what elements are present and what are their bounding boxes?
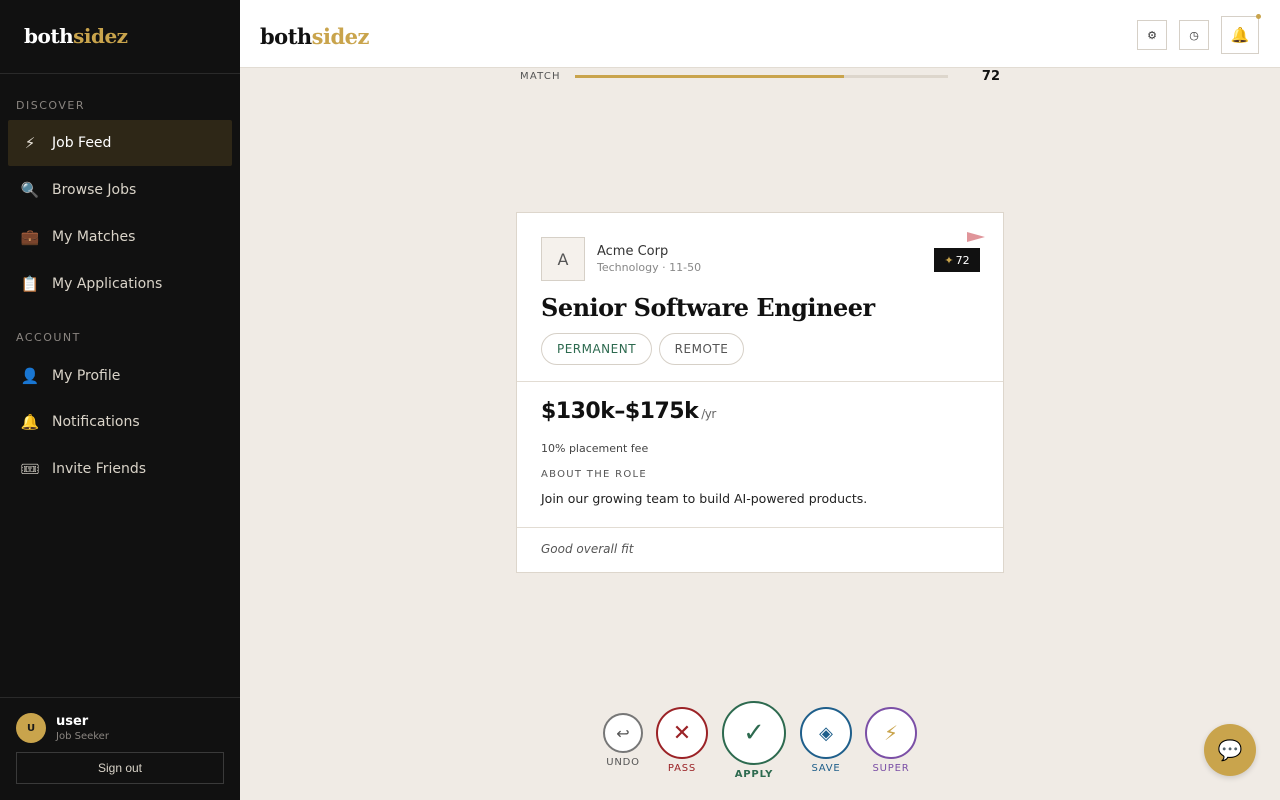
company-meta: Technology · 11-50 xyxy=(597,261,702,274)
clock-icon: ◷ xyxy=(1189,28,1199,42)
header-logo[interactable]: bothsidez xyxy=(260,24,369,49)
apply-button[interactable]: ✓ xyxy=(722,701,786,765)
sidebar-item-my-profile[interactable]: 👤 My Profile xyxy=(8,353,232,399)
notification-dot xyxy=(1256,14,1261,19)
chat-button[interactable]: 💬 xyxy=(1204,724,1256,776)
job-title: Senior Software Engineer xyxy=(541,293,875,322)
save-label: SAVE xyxy=(811,763,841,774)
tag-permanent: PERMANENT xyxy=(541,333,652,365)
sidebar-logo[interactable]: bothsidez xyxy=(24,24,128,48)
top-header: bothsidez ⚙ ◷ 🔔 xyxy=(240,0,1280,68)
check-icon: ✓ xyxy=(743,718,765,748)
pass-label: PASS xyxy=(667,763,697,774)
fit-summary: Good overall fit xyxy=(541,542,634,556)
brand-part1: both xyxy=(260,24,312,49)
sidebar-item-browse-jobs[interactable]: 🔍 Browse Jobs xyxy=(8,167,232,213)
settings-button[interactable]: ⚙ xyxy=(1137,20,1167,50)
sidebar-item-label: My Matches xyxy=(52,229,136,245)
chat-icon: 💬 xyxy=(1217,738,1243,762)
card-divider xyxy=(517,381,1003,382)
lightning-icon: ⚡ xyxy=(883,721,899,745)
close-icon: ✕ xyxy=(672,720,692,746)
ticket-icon: 🎟 xyxy=(20,460,40,478)
match-progress-fill xyxy=(575,75,844,78)
company-logo: A xyxy=(541,237,585,281)
match-value: 72 xyxy=(981,69,1000,84)
sidebar-divider xyxy=(0,697,240,698)
brand-part2: sidez xyxy=(73,24,128,48)
lightning-icon: ⚡ xyxy=(24,134,36,152)
salary-range: $130k–$175k/yr xyxy=(541,399,716,424)
sidebar-item-my-matches[interactable]: 💼 My Matches xyxy=(8,214,232,260)
brand-part2: sidez xyxy=(311,24,370,49)
bell-icon: 🔔 xyxy=(20,413,40,431)
star-icon: ✦ xyxy=(944,253,954,267)
match-label: MATCH xyxy=(520,71,561,82)
about-heading: ABOUT THE ROLE xyxy=(541,469,648,480)
card-divider xyxy=(517,527,1003,528)
diamond-icon: ◈ xyxy=(819,722,833,744)
sidebar-item-label: My Applications xyxy=(52,276,163,292)
sidebar-item-notifications[interactable]: 🔔 Notifications xyxy=(8,399,232,445)
briefcase-icon: 💼 xyxy=(20,228,40,246)
salary-period: /yr xyxy=(701,407,716,421)
save-button[interactable]: ◈ xyxy=(800,707,852,759)
job-card[interactable]: A Acme Corp Technology · 11-50 ✦ 72 Senio… xyxy=(516,212,1004,573)
match-progress-bar xyxy=(575,75,948,78)
score-badge: ✦ 72 xyxy=(934,248,980,272)
tag-remote: REMOTE xyxy=(659,333,744,365)
brand-part1: both xyxy=(24,24,74,48)
gear-icon: ⚙ xyxy=(1147,28,1157,42)
user-name: user xyxy=(56,714,89,729)
apply-label: APPLY xyxy=(734,769,774,780)
sidebar-item-label: Browse Jobs xyxy=(52,182,137,198)
sidebar-item-label: Notifications xyxy=(52,414,140,430)
user-icon: 👤 xyxy=(20,367,40,385)
sidebar: bothsidez DISCOVER ⚡ Job Feed 🔍 Browse J… xyxy=(0,0,240,800)
section-label-discover: DISCOVER xyxy=(16,99,85,112)
pass-button[interactable]: ✕ xyxy=(656,707,708,759)
notifications-button[interactable]: 🔔 xyxy=(1221,14,1261,54)
score-value: 72 xyxy=(955,253,970,267)
user-role: Job Seeker xyxy=(56,731,109,742)
sidebar-item-job-feed[interactable]: ⚡ Job Feed xyxy=(8,120,232,166)
placement-fee: 10% placement fee xyxy=(541,442,649,455)
about-text: Join our growing team to build AI-powere… xyxy=(541,491,868,506)
sidebar-item-my-applications[interactable]: 📋 My Applications xyxy=(8,261,232,307)
user-info: U user Job Seeker xyxy=(16,713,109,743)
sidebar-divider xyxy=(0,73,240,74)
undo-icon: ↩ xyxy=(616,723,630,743)
company-name: Acme Corp xyxy=(597,244,669,259)
bell-icon: 🔔 xyxy=(1230,26,1250,44)
avatar: U xyxy=(16,713,46,743)
history-button[interactable]: ◷ xyxy=(1179,20,1209,50)
sidebar-item-label: Invite Friends xyxy=(52,461,147,477)
sidebar-item-invite-friends[interactable]: 🎟 Invite Friends xyxy=(8,446,232,492)
search-icon: 🔍 xyxy=(20,181,40,199)
section-label-account: ACCOUNT xyxy=(16,331,81,344)
flag-icon[interactable] xyxy=(967,232,985,242)
undo-button[interactable]: ↩ xyxy=(603,713,643,753)
sidebar-item-label: Job Feed xyxy=(52,135,112,151)
salary-value: $130k–$175k xyxy=(541,399,699,424)
clipboard-icon: 📋 xyxy=(20,275,40,293)
super-button[interactable]: ⚡ xyxy=(865,707,917,759)
sign-out-button[interactable]: Sign out xyxy=(16,752,224,784)
super-label: SUPER xyxy=(872,763,910,774)
sidebar-item-label: My Profile xyxy=(52,368,121,384)
